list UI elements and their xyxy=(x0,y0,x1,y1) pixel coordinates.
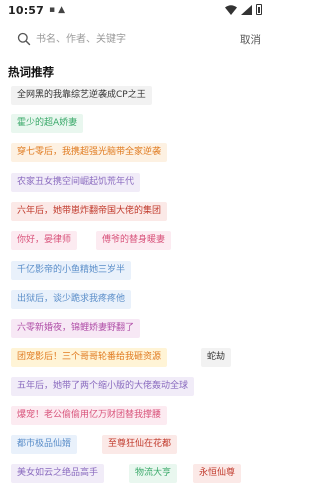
hot-word-tag[interactable]: 五年后，她带了两个缩小版的大佬轰动全球 xyxy=(11,377,195,396)
hot-word-tag[interactable]: 傅爷的替身暖妻 xyxy=(96,231,172,250)
hot-word-tag[interactable]: 千亿影帝的小鱼精她三岁半 xyxy=(11,261,132,280)
hot-word-tag[interactable]: 出狱后，谈少跪求我疼疼他 xyxy=(11,290,132,309)
hot-word-tag[interactable]: 至尊狂仙在花都 xyxy=(102,435,178,454)
hot-word-tag[interactable]: 蛇劫 xyxy=(201,348,232,367)
hot-word-tag[interactable]: 六零新婚夜，锦鲤娇妻野翻了 xyxy=(11,319,141,338)
hot-word-tag[interactable]: 穿七零后，我携超强光脑带全家逆袭 xyxy=(11,143,168,162)
hot-word-tag[interactable]: 全网黑的我靠综艺逆袭成CP之王 xyxy=(11,86,152,105)
hot-word-tag[interactable]: 农家丑女携空间崛起饥荒年代 xyxy=(11,173,141,192)
hot-word-tag[interactable]: 永恒仙尊 xyxy=(193,464,242,483)
hot-word-tag[interactable]: 六年后，她带崽炸翻帝国大佬的集团 xyxy=(11,202,168,221)
hot-word-tag[interactable]: 都市极品仙婿 xyxy=(11,435,78,454)
hot-word-tag[interactable]: 美女如云之绝品高手 xyxy=(11,464,105,483)
hot-word-tag[interactable]: 物流大亨 xyxy=(129,464,178,483)
hot-word-tag[interactable]: 团宠影后！三个哥哥轮番给我砸资源 xyxy=(11,348,168,367)
hot-word-tag[interactable]: 爆宠！老公偷偷用亿万财团替我撑腰 xyxy=(11,406,168,425)
hot-word-tag[interactable]: 霍少的超A娇妻 xyxy=(11,114,84,133)
hot-word-tag[interactable]: 你好，晏律师 xyxy=(11,231,78,250)
hot-word-tags: 全网黑的我靠综艺逆袭成CP之王 霍少的超A娇妻穿七零后，我携超强光脑带全家逆袭 农家… xyxy=(0,0,270,483)
